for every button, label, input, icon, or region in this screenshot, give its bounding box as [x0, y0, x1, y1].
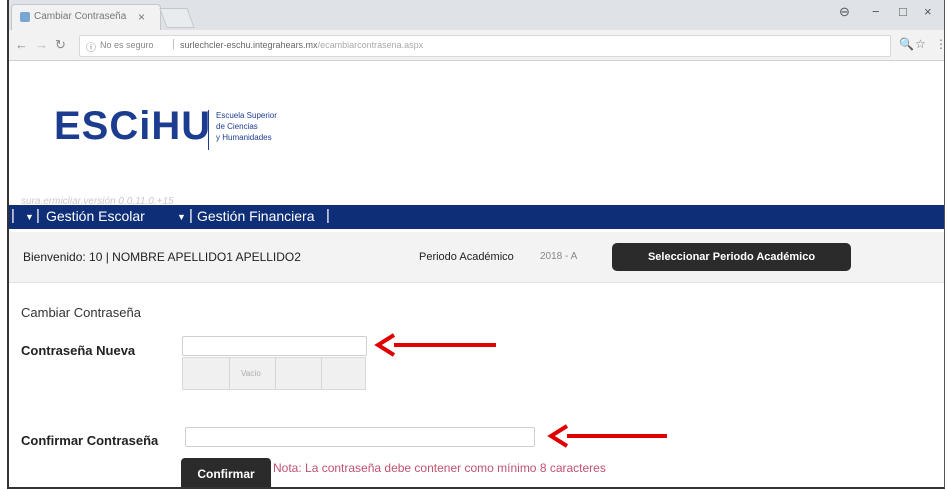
chevron-down-icon[interactable]: ▼: [177, 212, 186, 222]
section-title: Cambiar Contraseña: [21, 305, 141, 320]
nav-item-gestion-escolar[interactable]: Gestión Escolar: [46, 208, 145, 224]
tab-strip: Cambiar Contraseña × ⊖ − □ ×: [9, 0, 944, 30]
logo-divider: [208, 110, 209, 150]
welcome-text: Bienvenido: 10 | NOMBRE APELLIDO1 APELLI…: [23, 250, 301, 264]
address-separator: |: [172, 38, 175, 50]
maximize-icon[interactable]: □: [899, 4, 907, 19]
period-value: 2018 - A: [540, 251, 578, 262]
nav-divider: |: [11, 207, 15, 224]
browser-tab[interactable]: Cambiar Contraseña ×: [11, 4, 161, 30]
password-strength-meter: Vacío: [182, 357, 366, 390]
password-note: Nota: La contraseña debe contener como m…: [273, 461, 606, 475]
new-password-label: Contraseña Nueva: [21, 343, 136, 358]
back-icon[interactable]: ←: [15, 37, 28, 52]
minimize-icon[interactable]: −: [872, 4, 880, 19]
confirm-button[interactable]: Confirmar: [181, 458, 271, 487]
nav-divider: |: [189, 207, 193, 224]
new-password-input[interactable]: [182, 336, 367, 356]
main-nav: | ▼ | Gestión Escolar ▼ | Gestión Financ…: [9, 205, 944, 229]
menu-icon[interactable]: ⋮: [935, 37, 944, 51]
reload-icon[interactable]: ↻: [55, 37, 66, 53]
favicon-icon: [20, 12, 30, 22]
address-bar[interactable]: ⓘ No es seguro | surlechcler-eschu.integ…: [79, 35, 891, 57]
strength-text: Vacío: [241, 369, 261, 378]
logo-wordmark: ESCiHU: [54, 104, 212, 148]
nav-divider: |: [36, 207, 40, 224]
chevron-down-icon[interactable]: ▼: [25, 212, 34, 222]
welcome-bar: Bienvenido: 10 | NOMBRE APELLIDO1 APELLI…: [9, 232, 944, 283]
browser-toolbar: ← → ↻ ⓘ No es seguro | surlechcler-eschu…: [9, 30, 944, 61]
zoom-icon[interactable]: 🔍: [899, 37, 914, 51]
profile-icon[interactable]: ⊖: [839, 4, 850, 20]
window-close-icon[interactable]: ×: [924, 4, 932, 19]
nav-divider: |: [326, 207, 330, 224]
forward-icon[interactable]: →: [35, 37, 48, 52]
logo-tagline: Escuela Superior de Ciencias y Humanidad…: [216, 111, 277, 142]
tab-title: Cambiar Contraseña: [34, 11, 127, 22]
new-tab-button[interactable]: [159, 8, 195, 28]
confirm-password-input[interactable]: [185, 427, 535, 447]
browser-window: Cambiar Contraseña × ⊖ − □ × ← → ↻ ⓘ No …: [7, 0, 945, 489]
info-icon[interactable]: ⓘ: [86, 39, 96, 54]
tab-close-icon[interactable]: ×: [138, 10, 145, 24]
security-label: No es seguro: [100, 40, 154, 50]
url-text: surlechcler-eschu.integrahears.mx/ecambi…: [180, 40, 424, 50]
annotation-arrow-icon: [374, 333, 496, 357]
select-period-button[interactable]: Seleccionar Periodo Académico: [612, 243, 851, 271]
confirm-password-label: Confirmar Contraseña: [21, 433, 159, 448]
annotation-arrow-icon: [547, 424, 667, 448]
nav-item-gestion-financiera[interactable]: Gestión Financiera: [197, 208, 315, 224]
period-label: Periodo Académico: [419, 251, 514, 263]
bookmark-star-icon[interactable]: ☆: [915, 37, 926, 51]
